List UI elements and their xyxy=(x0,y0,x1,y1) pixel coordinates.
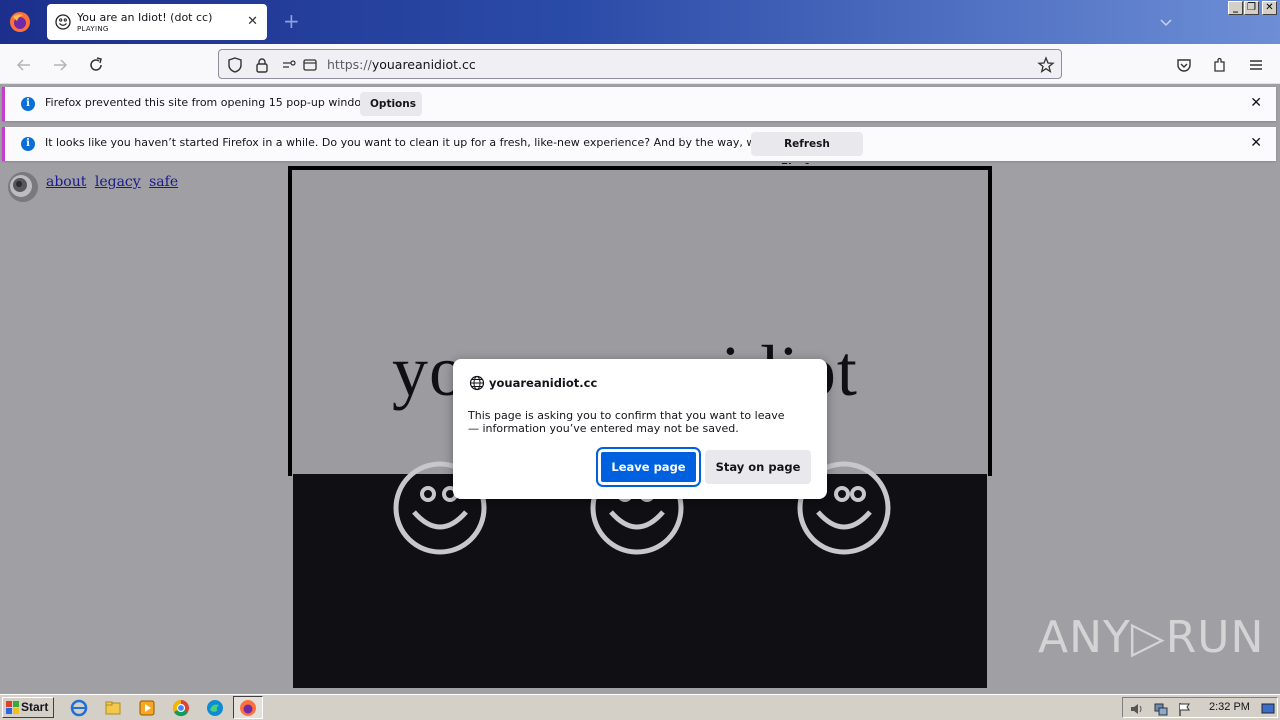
extensions-icon[interactable] xyxy=(1211,56,1229,74)
clock[interactable]: 2:32 PM xyxy=(1209,701,1250,713)
list-all-tabs-icon[interactable] xyxy=(1158,14,1174,30)
leave-page-button[interactable]: Leave page xyxy=(596,447,701,487)
legacy-link[interactable]: legacy xyxy=(95,174,141,190)
lock-icon[interactable] xyxy=(253,56,271,74)
speaker-icon[interactable] xyxy=(6,170,40,204)
forward-icon[interactable] xyxy=(51,56,69,74)
stay-on-page-button[interactable]: Stay on page xyxy=(705,450,811,484)
reload-icon[interactable] xyxy=(87,56,105,74)
globe-icon xyxy=(469,375,485,391)
about-link[interactable]: about xyxy=(46,174,86,190)
chrome-icon[interactable] xyxy=(172,699,190,717)
new-tab-button[interactable]: + xyxy=(283,10,300,32)
dialog-host: youareanidiot.cc xyxy=(489,376,598,390)
back-icon[interactable] xyxy=(15,56,33,74)
firefox-icon xyxy=(240,700,256,716)
taskbar: Start 2:32 PM xyxy=(0,694,1280,720)
tab-title: You are an Idiot! (dot cc) xyxy=(77,11,213,24)
start-label: Start xyxy=(21,700,49,714)
notification-message: It looks like you haven’t started Firefo… xyxy=(45,136,830,149)
firefox-logo-icon[interactable] xyxy=(9,11,31,33)
url-scheme: https:// xyxy=(327,57,372,72)
tab-playing-label: PLAYING xyxy=(77,25,109,33)
start-button[interactable]: Start xyxy=(2,697,54,718)
safe-link[interactable]: safe xyxy=(149,174,178,190)
windows-logo-icon xyxy=(6,701,19,714)
page-icon[interactable] xyxy=(301,56,319,74)
close-icon[interactable]: ✕ xyxy=(1250,135,1262,151)
media-player-icon[interactable] xyxy=(138,699,156,717)
network-icon[interactable] xyxy=(1153,701,1169,717)
leave-page-dialog: youareanidiot.cc This page is asking you… xyxy=(453,359,827,499)
permissions-icon[interactable] xyxy=(281,56,299,74)
refresh-firefox-notification: i It looks like you haven’t started Fire… xyxy=(2,127,1276,174)
firefox-taskbar-button[interactable] xyxy=(233,696,263,719)
menu-hamburger-icon[interactable] xyxy=(1247,56,1265,74)
dialog-message: This page is asking you to confirm that … xyxy=(468,409,785,435)
tab-close-icon[interactable]: ✕ xyxy=(247,14,258,30)
navigation-toolbar: https://youareanidiot.cc xyxy=(0,44,1280,84)
file-explorer-icon[interactable] xyxy=(104,699,122,717)
edge-icon[interactable] xyxy=(206,699,224,717)
restore-button[interactable]: ❐ xyxy=(1244,1,1259,15)
bookmark-star-icon[interactable] xyxy=(1037,56,1055,74)
url-bar[interactable]: https://youareanidiot.cc xyxy=(218,49,1062,79)
browser-titlebar: You are an Idiot! (dot cc) PLAYING ✕ + _… xyxy=(0,0,1280,44)
action-center-flag-icon[interactable] xyxy=(1177,701,1193,717)
pocket-icon[interactable] xyxy=(1175,56,1193,74)
active-tab[interactable]: You are an Idiot! (dot cc) PLAYING ✕ xyxy=(47,4,267,40)
notification-message: Firefox prevented this site from opening… xyxy=(45,96,380,109)
anyrun-watermark: ANY▷RUN xyxy=(1038,612,1265,663)
info-icon: i xyxy=(21,137,35,151)
url-text[interactable]: https://youareanidiot.cc xyxy=(327,57,476,72)
minimize-button[interactable]: _ xyxy=(1228,1,1243,15)
page-links: about legacy safe xyxy=(46,174,182,190)
refresh-firefox-button[interactable]: Refresh Firefox… xyxy=(751,132,863,174)
idiot-frame-bottom xyxy=(293,461,987,688)
close-window-button[interactable]: ✕ xyxy=(1262,1,1277,15)
options-button[interactable]: Options xyxy=(360,92,422,116)
close-icon[interactable]: ✕ xyxy=(1250,95,1262,111)
tracking-protection-shield-icon[interactable] xyxy=(226,56,244,74)
show-desktop-icon[interactable] xyxy=(1261,702,1275,715)
system-tray: 2:32 PM xyxy=(1122,697,1278,718)
internet-explorer-icon[interactable] xyxy=(70,699,88,717)
url-host: youareanidiot.cc xyxy=(371,57,476,72)
info-icon: i xyxy=(21,97,35,111)
popup-blocked-notification: i Firefox prevented this site from openi… xyxy=(2,87,1276,121)
volume-icon[interactable] xyxy=(1129,701,1145,717)
smiley-favicon-icon xyxy=(55,14,71,30)
